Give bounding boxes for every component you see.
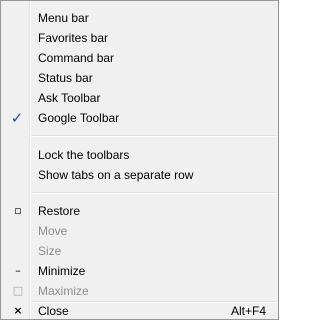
menu-item-label: Lock the toolbars (38, 148, 130, 162)
menu-separator (31, 135, 276, 137)
menu-item-lock-toolbars[interactable]: Lock the toolbars (1, 145, 278, 165)
menu-item-label: Show tabs on a separate row (38, 168, 194, 182)
menu-item-label: Ask Toolbar (38, 91, 101, 105)
menu-item-restore[interactable]: ▫ Restore (1, 201, 278, 221)
menu-item-label: Google Toolbar (38, 111, 120, 125)
menu-item-label: Restore (38, 204, 81, 218)
menu-item-label: Close (38, 304, 69, 318)
checkmark-icon: ✓ (10, 109, 24, 127)
menu-item-label: Menu bar (38, 11, 89, 25)
menu-item-label: Minimize (38, 264, 86, 278)
menu-item-status-bar[interactable]: Status bar (1, 68, 278, 88)
menu-separator (31, 192, 276, 194)
menu-item-google-toolbar[interactable]: ✓ Google Toolbar (1, 108, 278, 128)
menu-item-size: Size (1, 241, 278, 261)
menu-item-label: Command bar (38, 51, 115, 65)
menu-item-maximize: □ Maximize (1, 281, 278, 301)
minimize-icon: – (15, 264, 21, 277)
menu-item-shortcut: Alt+F4 (230, 304, 266, 318)
restore-icon: ▫ (14, 204, 22, 217)
context-menu: Menu bar Favorites bar Command bar Statu… (0, 0, 279, 320)
menu-item-label: Size (38, 244, 62, 258)
menu-item-label: Favorites bar (38, 31, 109, 45)
menu-item-menu-bar[interactable]: Menu bar (1, 8, 278, 28)
menu-item-label: Maximize (38, 284, 89, 298)
menu-item-command-bar[interactable]: Command bar (1, 48, 278, 68)
menu-item-show-tabs-separate-row[interactable]: Show tabs on a separate row (1, 165, 278, 185)
close-icon: × (13, 304, 23, 317)
menu-item-label: Move (38, 224, 68, 238)
menu-item-ask-toolbar[interactable]: Ask Toolbar (1, 88, 278, 108)
menu-item-close[interactable]: × Close Alt+F4 (1, 301, 278, 321)
menu-item-favorites-bar[interactable]: Favorites bar (1, 28, 278, 48)
menu-item-move: Move (1, 221, 278, 241)
menu-item-minimize[interactable]: – Minimize (1, 261, 278, 281)
maximize-icon: □ (12, 284, 24, 297)
menu-item-label: Status bar (38, 71, 93, 85)
